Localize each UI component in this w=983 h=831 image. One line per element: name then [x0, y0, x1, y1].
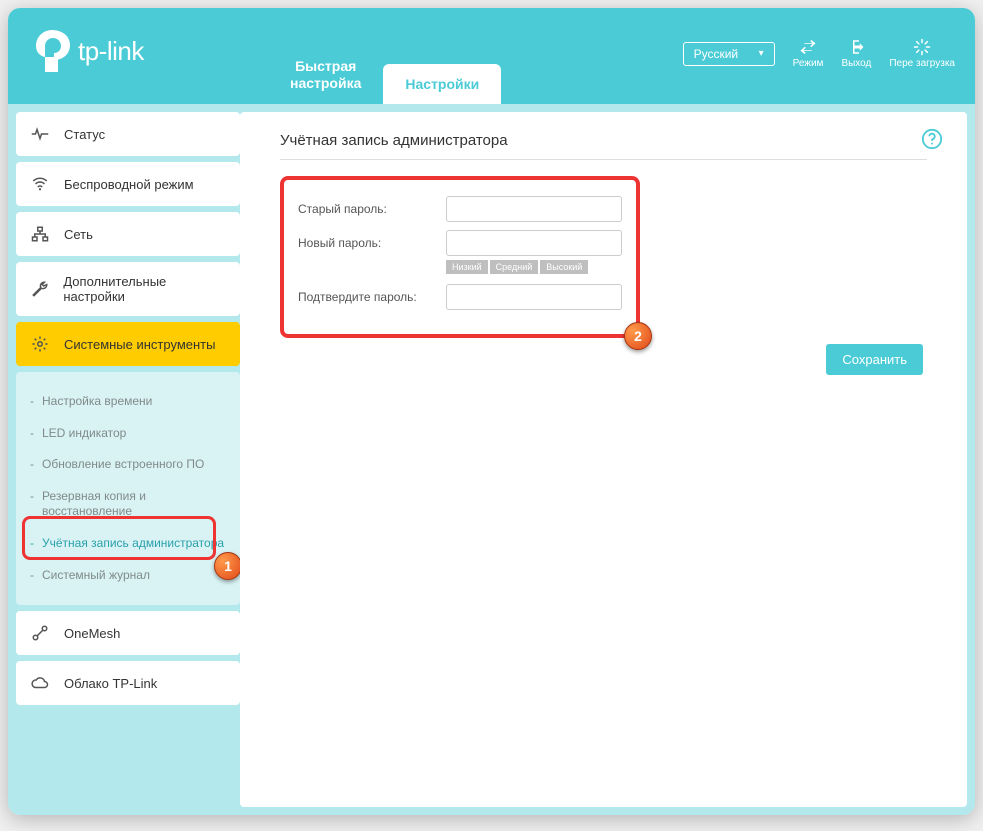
loading-icon [913, 38, 931, 56]
strength-mid: Средний [490, 260, 539, 274]
gear-icon [30, 335, 50, 353]
logo-text: tp-link [78, 36, 144, 67]
cloud-icon [30, 676, 50, 690]
nav-label: Статус [64, 127, 105, 142]
nav-label: OneMesh [64, 626, 120, 641]
body: Статус Беспроводной режим Сеть Дополните… [8, 104, 975, 815]
pulse-icon [30, 127, 50, 141]
page-title: Учётная запись администратора [280, 132, 927, 160]
sub-backup[interactable]: Резервная копия и восстановление [16, 481, 240, 528]
nav-label: Дополнительные настройки [63, 274, 226, 304]
language-select[interactable]: Русский ▾ [683, 42, 775, 66]
header-actions: Русский ▾ Режим Выход Пере загрузка [683, 38, 955, 69]
main-panel: Учётная запись администратора Старый пар… [240, 112, 967, 807]
nav-label: Сеть [64, 227, 93, 242]
save-button[interactable]: Сохранить [826, 344, 923, 375]
tab-quick-setup[interactable]: Быстрая настройка [268, 46, 383, 104]
nav-system-tools[interactable]: Системные инструменты [16, 322, 240, 366]
sub-time[interactable]: Настройка времени [16, 386, 240, 418]
tab-settings[interactable]: Настройки [383, 64, 501, 104]
nav-network[interactable]: Сеть [16, 212, 240, 256]
swap-icon [799, 38, 817, 56]
chevron-down-icon: ▾ [759, 48, 764, 59]
password-strength-meter: Низкий Средний Высокий [446, 260, 622, 274]
sub-syslog[interactable]: Системный журнал [16, 560, 240, 592]
nav-label: Облако TP-Link [64, 676, 157, 691]
sub-firmware[interactable]: Обновление встроенного ПО [16, 449, 240, 481]
mode-button[interactable]: Режим [793, 38, 824, 69]
logout-button[interactable]: Выход [841, 38, 871, 69]
label-old-password: Старый пароль: [298, 202, 446, 216]
tabs: Быстрая настройка Настройки [268, 8, 501, 104]
wrench-icon [30, 280, 49, 298]
sub-admin-account[interactable]: Учётная запись администратора [16, 528, 240, 560]
nav-label: Системные инструменты [64, 337, 215, 352]
strength-high: Высокий [540, 260, 588, 274]
sidebar: Статус Беспроводной режим Сеть Дополните… [8, 104, 240, 815]
app-window: tp-link Быстрая настройка Настройки Русс… [8, 8, 975, 815]
nav-onemesh[interactable]: OneMesh [16, 611, 240, 655]
input-old-password[interactable] [446, 196, 622, 222]
onemesh-icon [30, 624, 50, 642]
header: tp-link Быстрая настройка Настройки Русс… [8, 8, 975, 104]
nav-advanced[interactable]: Дополнительные настройки [16, 262, 240, 316]
reboot-button[interactable]: Пере загрузка [889, 38, 955, 69]
sub-led[interactable]: LED индикатор [16, 418, 240, 450]
nav-wireless[interactable]: Беспроводной режим [16, 162, 240, 206]
help-icon[interactable] [921, 128, 943, 155]
sub-nav: Настройка времени LED индикатор Обновлен… [16, 372, 240, 605]
wifi-icon [30, 176, 50, 192]
network-icon [30, 226, 50, 242]
annotation-balloon-2: 2 [624, 322, 652, 350]
language-label: Русский [694, 47, 739, 61]
nav-label: Беспроводной режим [64, 177, 194, 192]
label-confirm-password: Подтвердите пароль: [298, 290, 446, 304]
nav-status[interactable]: Статус [16, 112, 240, 156]
label-new-password: Новый пароль: [298, 236, 446, 250]
input-new-password[interactable] [446, 230, 622, 256]
tplink-logo-icon [36, 30, 74, 72]
input-confirm-password[interactable] [446, 284, 622, 310]
logout-icon [847, 38, 865, 56]
annotation-balloon-1: 1 [214, 552, 240, 580]
nav-cloud[interactable]: Облако TP-Link [16, 661, 240, 705]
logo: tp-link [36, 30, 144, 72]
admin-password-form: Старый пароль: Новый пароль: Низкий Сред… [280, 176, 640, 338]
strength-low: Низкий [446, 260, 488, 274]
